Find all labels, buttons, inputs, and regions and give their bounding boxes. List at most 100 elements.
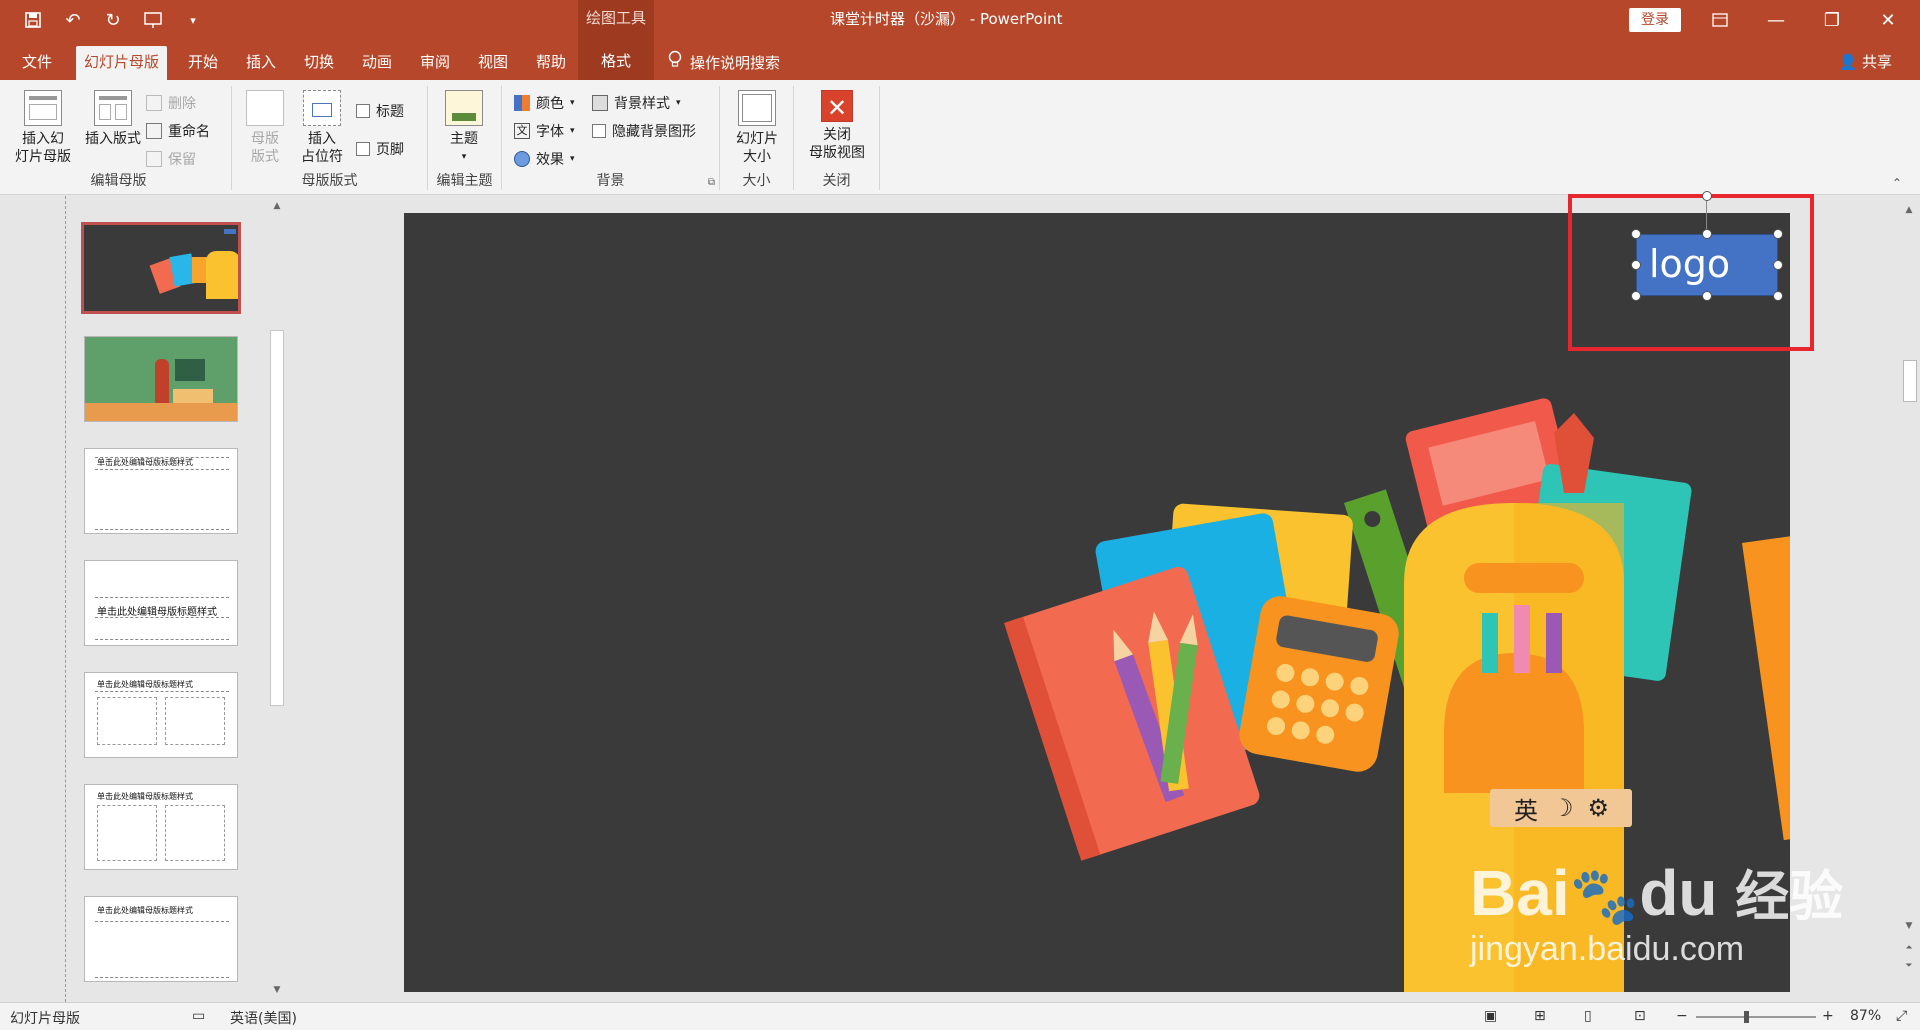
background-styles-button[interactable]: 背景样式 ▾ xyxy=(592,92,681,114)
tab-insert[interactable]: 插入 xyxy=(238,46,284,80)
scroll-up-icon[interactable]: ▲ xyxy=(1902,202,1916,218)
insert-placeholder-button[interactable]: 插入 占位符 xyxy=(292,90,352,166)
footer-checkbox[interactable]: 页脚 xyxy=(356,138,404,160)
title-checkbox[interactable]: 标题 xyxy=(356,100,404,122)
thumbnail-layout-5[interactable]: 单击此处编辑母版标题样式 xyxy=(84,784,238,870)
resize-handle-se[interactable] xyxy=(1773,291,1783,301)
zoom-slider-track[interactable] xyxy=(1696,1016,1816,1018)
fit-slide-icon[interactable]: ⤢ xyxy=(1896,1008,1907,1024)
zoom-level[interactable]: 87% xyxy=(1850,1008,1881,1024)
minimize-icon[interactable]: — xyxy=(1748,0,1804,40)
thumbnail-master[interactable] xyxy=(81,222,241,314)
preserve-button[interactable]: 保留 xyxy=(146,148,196,170)
rotation-handle[interactable] xyxy=(1702,191,1712,201)
dialog-launcher-icon[interactable]: ⧉ xyxy=(708,177,715,188)
paw-icon: 🐾 xyxy=(1569,864,1640,927)
gear-icon[interactable]: ⚙ xyxy=(1588,794,1610,822)
login-button[interactable]: 登录 xyxy=(1629,8,1681,32)
effects-button[interactable]: 效果 ▾ xyxy=(514,148,575,170)
watermark-url: jingyan.baidu.com xyxy=(1470,930,1745,968)
insert-placeholder-icon xyxy=(303,90,341,126)
thumbnail-title-text: 单击此处编辑母版标题样式 xyxy=(97,458,193,467)
slide-scrollbar[interactable]: ▲ ▼ ⏶ ⏷ xyxy=(1900,200,1920,1002)
background-styles-icon xyxy=(592,95,608,111)
slideshow-view-icon[interactable]: ⊡ xyxy=(1634,1008,1646,1024)
fonts-label: 字体 xyxy=(536,124,564,140)
restore-icon[interactable]: ❐ xyxy=(1804,0,1860,40)
thumbnail-scroll-thumb[interactable] xyxy=(270,330,284,706)
colors-icon xyxy=(514,95,530,111)
slide-scroll-thumb[interactable] xyxy=(1903,360,1917,402)
resize-handle-sw[interactable] xyxy=(1631,291,1641,301)
baidu-watermark: Bai🐾du 经验 jingyan.baidu.com xyxy=(1470,860,1843,969)
close-master-view-button[interactable]: ✕ 关闭 母版视图 xyxy=(798,90,876,162)
rename-button[interactable]: 重命名 xyxy=(146,120,210,142)
logo-textbox[interactable]: logo xyxy=(1636,234,1778,296)
slideshow-icon[interactable] xyxy=(140,8,166,32)
hide-background-graphics-checkbox[interactable]: 隐藏背景图形 xyxy=(592,120,696,142)
share-button[interactable]: 👤 共享 xyxy=(1839,46,1892,80)
ime-toolbar[interactable]: 英 ☽ ⚙ xyxy=(1490,789,1632,827)
ime-language[interactable]: 英 xyxy=(1514,791,1538,826)
thumbnail-layout-1[interactable] xyxy=(84,336,238,422)
colors-button[interactable]: 颜色 ▾ xyxy=(514,92,575,114)
close-window-icon[interactable]: ✕ xyxy=(1860,0,1916,40)
moon-icon[interactable]: ☽ xyxy=(1552,794,1574,822)
effects-icon xyxy=(514,151,530,167)
status-language[interactable]: 英语(美国) xyxy=(230,1008,297,1028)
resize-handle-e[interactable] xyxy=(1773,260,1783,270)
mini-guide xyxy=(95,639,229,640)
ribbon-display-options-icon[interactable] xyxy=(1692,0,1748,40)
group-label-close: 关闭 xyxy=(822,173,851,189)
scroll-down-icon[interactable]: ▼ xyxy=(1902,918,1916,934)
fonts-button[interactable]: 文字体 ▾ xyxy=(514,120,575,142)
scroll-down-icon[interactable]: ▼ xyxy=(270,982,284,998)
insert-layout-button[interactable]: 插入版式 xyxy=(78,90,148,148)
zoom-slider-thumb[interactable] xyxy=(1744,1011,1749,1023)
insert-master-icon xyxy=(24,90,62,126)
tab-transitions[interactable]: 切换 xyxy=(296,46,342,80)
slide-size-label: 幻灯片 大小 xyxy=(736,131,778,165)
tab-file[interactable]: 文件 xyxy=(14,46,60,80)
undo-icon[interactable]: ↶ xyxy=(60,8,86,32)
tab-review[interactable]: 审阅 xyxy=(412,46,458,80)
collapse-ribbon-icon[interactable]: ⌃ xyxy=(1892,176,1902,190)
tab-view[interactable]: 视图 xyxy=(470,46,516,80)
thumbnail-layout-4[interactable]: 单击此处编辑母版标题样式 xyxy=(84,672,238,758)
slide-size-button[interactable]: 幻灯片 大小 xyxy=(726,90,788,166)
tab-format[interactable]: 格式 xyxy=(578,40,654,80)
tab-slide-master[interactable]: 幻灯片母版 xyxy=(76,46,168,80)
zoom-out-icon[interactable]: − xyxy=(1676,1008,1688,1024)
resize-handle-ne[interactable] xyxy=(1773,229,1783,239)
slide-sorter-icon[interactable]: ⊞ xyxy=(1534,1008,1546,1024)
accessibility-icon[interactable]: ▭ xyxy=(192,1008,205,1024)
previous-slide-icon[interactable]: ⏶ xyxy=(1902,940,1916,956)
thumbnail-scrollbar[interactable]: ▲ ▼ xyxy=(268,196,286,1002)
normal-view-icon[interactable]: ▣ xyxy=(1484,1008,1497,1024)
save-icon[interactable] xyxy=(20,8,46,32)
redo-icon[interactable]: ↻ xyxy=(100,8,126,32)
resize-handle-nw[interactable] xyxy=(1631,229,1641,239)
resize-handle-n[interactable] xyxy=(1702,229,1712,239)
delete-button[interactable]: 删除 xyxy=(146,92,196,114)
resize-handle-s[interactable] xyxy=(1702,291,1712,301)
mini-students xyxy=(173,389,213,403)
themes-button[interactable]: 主题 ▾ xyxy=(438,90,490,166)
tab-animations[interactable]: 动画 xyxy=(354,46,400,80)
customize-qat-icon[interactable]: ▾ xyxy=(180,8,206,32)
thumbnail-layout-3[interactable]: 单击此处编辑母版标题样式 xyxy=(84,560,238,646)
tab-help[interactable]: 帮助 xyxy=(528,46,574,80)
tell-me-search[interactable]: 操作说明搜索 xyxy=(668,46,780,80)
thumbnail-layout-6[interactable]: 单击此处编辑母版标题样式 xyxy=(84,896,238,982)
tab-home[interactable]: 开始 xyxy=(180,46,226,80)
reading-view-icon[interactable]: ▯ xyxy=(1584,1008,1592,1024)
zoom-in-icon[interactable]: + xyxy=(1822,1008,1834,1024)
group-close: ✕ 关闭 母版视图 关闭 xyxy=(794,86,880,190)
next-slide-icon[interactable]: ⏷ xyxy=(1902,958,1916,974)
resize-handle-w[interactable] xyxy=(1631,260,1641,270)
insert-slide-master-button[interactable]: 插入幻 灯片母版 xyxy=(8,90,78,166)
scroll-up-icon[interactable]: ▲ xyxy=(270,198,284,214)
search-label: 操作说明搜索 xyxy=(690,54,781,72)
thumbnail-layout-2[interactable]: 单击此处编辑母版标题样式 xyxy=(84,448,238,534)
master-layout-button[interactable]: 母版 版式 xyxy=(240,90,290,166)
